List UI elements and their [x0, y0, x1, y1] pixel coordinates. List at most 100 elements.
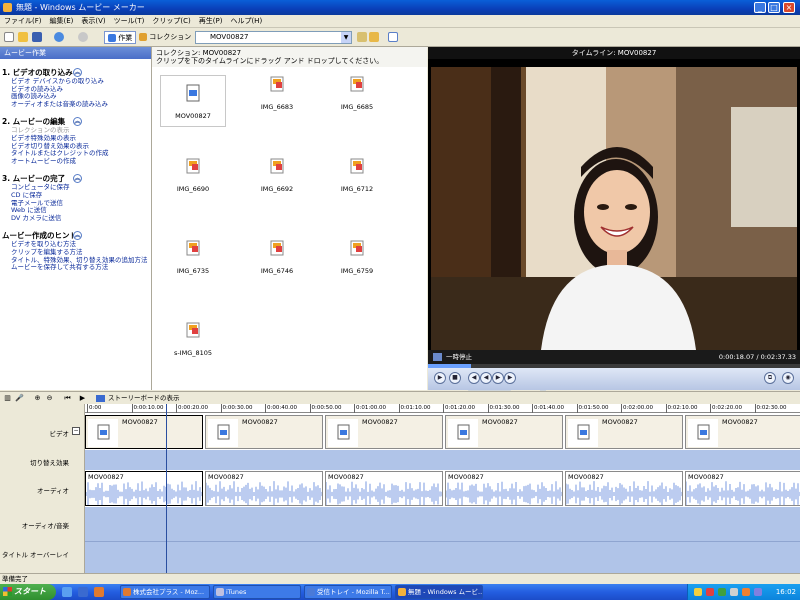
section-tips[interactable]: ムービー作成のヒント ︽: [0, 230, 151, 241]
menu-file[interactable]: ファイル(F): [0, 15, 46, 28]
task-automovie[interactable]: オートムービーの作成: [0, 157, 151, 166]
split-clip-button[interactable]: ⧉: [764, 372, 776, 384]
timeline-video-clip[interactable]: MOV00827: [445, 415, 563, 449]
set-audio-levels-icon[interactable]: ▥: [3, 394, 12, 403]
narrate-icon[interactable]: 🎤: [15, 394, 24, 403]
view-options-button[interactable]: [388, 31, 398, 44]
rewind-timeline-icon[interactable]: ⏮: [63, 394, 72, 403]
menu-tools[interactable]: ツール(T): [110, 15, 149, 28]
collapse-chevron-icon[interactable]: ︽: [73, 174, 82, 184]
save-project-button[interactable]: [32, 31, 42, 44]
transition-track[interactable]: [85, 450, 800, 470]
timeline-ruler[interactable]: 0:00 0:00:10.00 0:00:20.00 0:00:30.00 0:00:4…: [85, 404, 800, 413]
section-edit[interactable]: 2. ムービーの編集 ︽: [0, 116, 151, 127]
collection-clip[interactable]: IMG_6683: [244, 75, 310, 111]
audio-track[interactable]: MOV00827 MOV00827 MOV00827 MOV00827 MOV00827…: [85, 470, 800, 507]
fast-forward-button[interactable]: ▶: [492, 372, 504, 384]
network-icon[interactable]: [718, 588, 726, 596]
image-file-icon: [349, 157, 365, 175]
stop-button[interactable]: ■: [449, 372, 461, 384]
ie-icon[interactable]: [78, 587, 88, 597]
timeline-audio-clip[interactable]: MOV00827: [445, 471, 563, 506]
new-project-button[interactable]: [4, 31, 14, 44]
collapse-chevron-icon[interactable]: ︽: [73, 231, 82, 241]
collection-clip[interactable]: IMG_6759: [324, 239, 390, 275]
task-import-audio[interactable]: オーディオまたは音楽の読み込み: [0, 100, 151, 109]
collapse-chevron-icon[interactable]: ︽: [73, 68, 82, 77]
collection-clip[interactable]: IMG_6685: [324, 75, 390, 111]
clip-title: MOV00827: [208, 473, 244, 481]
timeline-audio-clip[interactable]: MOV00827: [205, 471, 323, 506]
collection-clip[interactable]: IMG_6712: [324, 157, 390, 193]
taskbar-item-itunes[interactable]: iTunes: [213, 585, 301, 599]
timeline-video-clip[interactable]: MOV00827: [685, 415, 800, 449]
start-button[interactable]: スタート: [0, 584, 56, 600]
timeline-audio-clip[interactable]: MOV00827: [85, 471, 203, 506]
new-folder-button[interactable]: [369, 31, 379, 44]
section-capture-title: 1. ビデオの取り込み: [2, 68, 73, 77]
ruler-tick-label: 0:00:40.00: [265, 404, 297, 413]
tip-share[interactable]: ムービーを保存して共有する方法: [0, 263, 151, 272]
security-icon[interactable]: [742, 588, 750, 596]
task-send-dv[interactable]: DV カメラに送信: [0, 214, 151, 223]
maximize-button[interactable]: □: [768, 2, 780, 13]
collection-clip[interactable]: IMG_6746: [244, 239, 310, 275]
open-project-button[interactable]: [18, 31, 28, 44]
timeline-video-clip[interactable]: MOV00827: [85, 415, 203, 449]
tasks-button[interactable]: 作業: [104, 31, 137, 44]
tray-app-icon[interactable]: [706, 588, 714, 596]
audio-music-track[interactable]: [85, 507, 800, 541]
undo-button[interactable]: [54, 31, 64, 44]
taskbar-item-firefox[interactable]: 株式会社プラス - Moz...: [120, 585, 210, 599]
menu-view[interactable]: 表示(V): [77, 15, 109, 28]
section-capture[interactable]: 1. ビデオの取り込み ︽: [0, 67, 151, 78]
menu-play[interactable]: 再生(P): [195, 15, 227, 28]
update-icon[interactable]: [754, 588, 762, 596]
collection-clip[interactable]: IMG_6690: [160, 157, 226, 193]
previous-frame-button[interactable]: ◀: [468, 372, 480, 384]
minimize-button[interactable]: _: [754, 2, 766, 13]
close-button[interactable]: ×: [783, 2, 795, 13]
next-frame-button[interactable]: ▶: [504, 372, 516, 384]
taskbar-item-thunderbird[interactable]: 受信トレイ - Mozilla T...: [304, 585, 392, 599]
zoom-in-icon[interactable]: ⊕: [33, 394, 42, 403]
audio-waveform: [326, 481, 442, 505]
play-timeline-icon[interactable]: ▶: [78, 394, 87, 403]
storyboard-toggle[interactable]: ストーリーボードの表示: [96, 394, 180, 403]
playhead[interactable]: [166, 404, 167, 573]
collapse-chevron-icon[interactable]: ︽: [73, 117, 82, 127]
collection-header: コレクション: MOV00827 クリップを下のタイムラインにドラッグ アンド …: [152, 47, 427, 67]
redo-button[interactable]: [78, 31, 88, 44]
desktop-icon[interactable]: [62, 587, 72, 597]
timeline-audio-clip[interactable]: MOV00827: [565, 471, 683, 506]
collections-button[interactable]: コレクション: [136, 31, 194, 44]
firefox-icon[interactable]: [94, 587, 104, 597]
video-track[interactable]: MOV00827 MOV00827 MOV00827 MOV00827 MOV00827…: [85, 414, 800, 450]
menu-edit[interactable]: 編集(E): [46, 15, 78, 28]
timeline-audio-clip[interactable]: MOV00827: [325, 471, 443, 506]
collection-clip[interactable]: MOV00827: [160, 75, 226, 127]
collection-selector[interactable]: MOV00827 ▼: [195, 31, 352, 44]
chevron-down-icon[interactable]: ▼: [341, 32, 351, 43]
collection-clip[interactable]: s-IMG_8105: [160, 321, 226, 357]
taskbar-item-moviemaker[interactable]: 無題 - Windows ムービ...: [395, 585, 483, 599]
timeline-video-clip[interactable]: MOV00827: [205, 415, 323, 449]
zoom-out-icon[interactable]: ⊖: [45, 394, 54, 403]
up-folder-button[interactable]: [357, 31, 367, 44]
clip-title: MOV00827: [88, 473, 124, 481]
timeline-audio-clip[interactable]: MOV00827: [685, 471, 800, 506]
menu-clip[interactable]: クリップ(C): [148, 15, 194, 28]
timeline-video-clip[interactable]: MOV00827: [325, 415, 443, 449]
section-finish[interactable]: 3. ムービーの完了 ︽: [0, 173, 151, 184]
timeline-video-clip[interactable]: MOV00827: [565, 415, 683, 449]
rewind-button[interactable]: ◀: [480, 372, 492, 384]
menu-help[interactable]: ヘルプ(H): [226, 15, 266, 28]
collection-clip[interactable]: IMG_6692: [244, 157, 310, 193]
title-overlay-track[interactable]: [85, 541, 800, 573]
ime-icon[interactable]: [694, 588, 702, 596]
take-picture-button[interactable]: ◉: [782, 372, 794, 384]
volume-icon[interactable]: [730, 588, 738, 596]
play-button[interactable]: ▶: [434, 372, 446, 384]
collapse-video-track-button[interactable]: −: [72, 427, 80, 435]
collection-clip[interactable]: IMG_6735: [160, 239, 226, 275]
